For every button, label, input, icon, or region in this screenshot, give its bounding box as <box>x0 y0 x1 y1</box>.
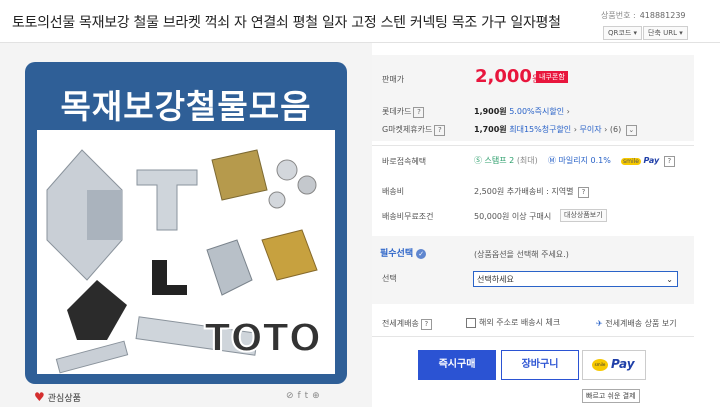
installment-link[interactable]: 무이자 <box>579 125 601 134</box>
shipping-value: 2,500원 추가배송비 : 지역별 ? <box>474 186 590 198</box>
gmarket-card-detail: 1,700원 최대15%청구할인 › 무이자 › (6) ⌄ <box>474 124 637 136</box>
divider <box>372 336 694 337</box>
help-icon[interactable]: ? <box>663 156 675 167</box>
short-url-label: 단축 URL <box>648 29 677 37</box>
free-shipping-value: 50,000원 이상 구매시 <box>474 212 552 221</box>
help-icon[interactable]: ? <box>413 107 425 118</box>
mileage-icon: Ⓜ <box>547 156 556 165</box>
help-icon[interactable]: ? <box>578 187 590 198</box>
option-hint: (상품옵션을 선택해 주세요.) <box>474 250 569 259</box>
coupon-badge[interactable]: 내쿠폰함 <box>536 71 568 83</box>
benefits-label: 바로접속혜택 <box>382 157 427 166</box>
price-value: 2,000 <box>475 66 532 87</box>
shipping-label: 배송비 <box>382 187 405 196</box>
title-bar: 토토의선물 목재보강 철물 브라켓 꺽쇠 자 연결쇠 평철 일자 고정 스텐 커… <box>0 0 720 43</box>
installment-count: (6) <box>609 125 622 134</box>
gmarket-card-discount[interactable]: 최대15%청구할인 <box>509 125 571 134</box>
global-shipping-label: 전세계배송? <box>382 318 432 330</box>
image-caption: 목재보강철물모음 <box>60 87 312 126</box>
shipping-value-text: 2,500원 추가배송비 : 지역별 <box>474 187 574 196</box>
overseas-checkbox[interactable] <box>466 317 476 328</box>
global-shipping-text: 전세계배송 <box>382 319 419 328</box>
check-icon: ✓ <box>416 249 427 259</box>
global-products-text: 전세계배송 상품 보기 <box>605 319 677 328</box>
qr-code-label: QR코드 <box>608 29 632 37</box>
product-number: 상품번호 :418881239 <box>601 10 686 21</box>
short-url-button[interactable]: 단축 URL ▾ <box>643 26 688 40</box>
lotte-card-detail: 1,900원 5.00%즉시할인 › <box>474 107 570 116</box>
smile-pay-icon: smile <box>620 158 641 165</box>
product-number-label: 상품번호 : <box>601 11 636 20</box>
stamp-icon: Ⓢ <box>474 156 482 165</box>
add-to-cart-button[interactable]: 장바구니 <box>501 350 579 380</box>
airplane-icon: ✈ <box>596 319 603 328</box>
chevron-down-icon[interactable]: ⌄ <box>625 125 637 136</box>
lotte-card-label: 롯데카드? <box>382 106 425 118</box>
price-label: 판매가 <box>382 75 405 84</box>
buy-now-button[interactable]: 즉시구매 <box>418 350 496 380</box>
lotte-card-amount: 1,900원 <box>474 107 507 116</box>
divider <box>372 145 694 146</box>
more-share-icon[interactable]: ⊕ <box>312 391 324 401</box>
share-link-icon[interactable]: ⊘ <box>286 391 298 401</box>
global-products-link[interactable]: ✈ 전세계배송 상품 보기 <box>596 318 677 329</box>
free-shipping-label: 배송비무료조건 <box>382 212 434 221</box>
gmarket-card-text: G마켓제휴카드 <box>382 125 433 134</box>
stamp-value[interactable]: 스탬프 2 <box>485 156 515 165</box>
wishlist-button[interactable]: ♥ 관심상품 <box>34 390 81 404</box>
chevron-down-icon: ⌄ <box>666 275 673 284</box>
benefits-detail: Ⓢ 스탬프 2 (최대) Ⓜ 마일리지 0.1% smile Pay ? <box>474 155 675 167</box>
mileage-value[interactable]: 마일리지 0.1% <box>559 156 611 165</box>
lotte-card-text: 롯데카드 <box>382 107 412 116</box>
heart-icon: ♥ <box>34 390 45 404</box>
smile-pay-label[interactable]: Pay <box>644 156 660 165</box>
overseas-checkbox-label: 해외 주소로 배송시 체크 <box>479 318 561 327</box>
help-icon[interactable]: ? <box>434 125 446 136</box>
image-content: TOTO <box>37 130 335 374</box>
product-image[interactable]: 목재보강철물모음 TOTO <box>25 62 347 384</box>
smile-pay-text: Pay <box>611 357 635 371</box>
wishlist-label: 관심상품 <box>47 394 81 404</box>
product-number-value: 418881239 <box>639 11 686 20</box>
price-amount: 2,000원 <box>475 66 540 87</box>
help-icon[interactable]: ? <box>420 319 432 330</box>
product-title: 토토의선물 목재보강 철물 브라켓 꺽쇠 자 연결쇠 평철 일자 고정 스텐 커… <box>12 15 561 31</box>
share-icons: ⊘ft⊕ <box>286 391 324 401</box>
stamp-max: (최대) <box>516 156 538 165</box>
option-select-label: 선택 <box>382 274 397 283</box>
gmarket-card-amount: 1,700원 <box>474 125 507 134</box>
brand-logo: TOTO <box>204 315 322 361</box>
smile-logo-icon: smile <box>592 359 608 371</box>
smile-pay-tooltip: 빠르고 쉬운 결제 <box>582 389 640 403</box>
facebook-icon[interactable]: f <box>298 391 305 401</box>
required-option-text: 필수선택 <box>380 249 414 259</box>
smile-pay-button[interactable]: smile Pay <box>582 350 646 380</box>
required-option-title: 필수선택 ✓ <box>380 246 427 259</box>
gmarket-card-label: G마켓제휴카드? <box>382 124 446 136</box>
target-products-button[interactable]: 대상상품보기 <box>560 209 607 222</box>
overseas-checkbox-row[interactable]: 해외 주소로 배송시 체크 <box>466 317 560 328</box>
option-select[interactable]: 선택하세요 ⌄ <box>473 271 678 287</box>
lotte-card-discount[interactable]: 5.00%즉시할인 <box>509 107 564 116</box>
twitter-icon[interactable]: t <box>305 391 313 401</box>
option-select-value: 선택하세요 <box>477 275 514 284</box>
qr-code-button[interactable]: QR코드 ▾ <box>603 26 643 40</box>
